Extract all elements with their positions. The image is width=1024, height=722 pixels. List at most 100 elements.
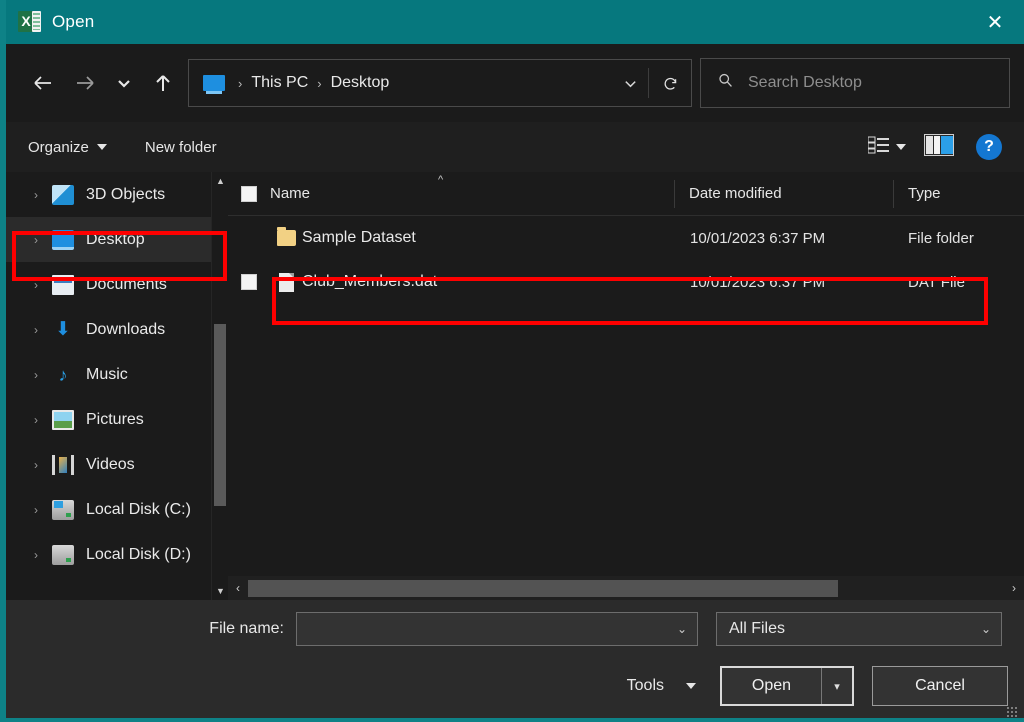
chevron-right-icon[interactable]: › xyxy=(34,188,52,202)
chevron-right-icon[interactable]: › xyxy=(34,233,52,247)
search-input[interactable]: Search Desktop xyxy=(700,58,1010,108)
tools-label: Tools xyxy=(626,677,664,694)
breadcrumb[interactable]: › This PC › Desktop xyxy=(188,59,692,107)
chevron-right-icon[interactable]: › xyxy=(34,278,52,292)
sidebar-item-documents[interactable]: › Documents xyxy=(6,262,228,307)
column-header-date-modified[interactable]: Date modified xyxy=(675,185,893,202)
footer-buttons: Tools Open ▾ Cancel xyxy=(6,646,1024,706)
sidebar-item-pictures[interactable]: › Pictures xyxy=(6,397,228,442)
picture-icon xyxy=(52,409,74,430)
preview-pane-button[interactable] xyxy=(924,133,954,161)
open-split-button[interactable]: Open ▾ xyxy=(720,666,854,706)
chevron-down-icon[interactable]: ⌄ xyxy=(981,622,1001,636)
caret-down-icon xyxy=(96,144,107,150)
chevron-right-icon[interactable]: › xyxy=(34,548,52,562)
arrow-up-icon[interactable] xyxy=(142,62,184,104)
file-name: Club_Members.dat xyxy=(302,273,438,290)
organize-button[interactable]: Organize xyxy=(28,139,107,156)
chevron-right-icon[interactable]: › xyxy=(1004,581,1024,595)
checkbox-icon xyxy=(241,185,257,202)
checkbox-icon xyxy=(241,274,257,290)
breadcrumb-item-desktop[interactable]: Desktop xyxy=(331,74,390,92)
open-dropdown-icon[interactable]: ▾ xyxy=(822,668,852,704)
cube-icon xyxy=(52,184,74,205)
file-type: DAT File xyxy=(908,273,965,291)
sidebar-item-local-disk-d[interactable]: › Local Disk (D:) xyxy=(6,532,228,577)
sidebar-item-label: 3D Objects xyxy=(86,185,166,203)
caret-down-icon xyxy=(686,683,696,689)
breadcrumb-item-this-pc[interactable]: This PC xyxy=(251,74,308,92)
tools-button[interactable]: Tools xyxy=(627,677,696,695)
sidebar-item-downloads[interactable]: › ⬇ Downloads xyxy=(6,307,228,352)
breadcrumb-dropdown-icon[interactable] xyxy=(612,60,648,106)
document-icon xyxy=(52,274,74,295)
file-date-modified: 10/01/2023 6:37 PM xyxy=(690,273,826,291)
file-type: File folder xyxy=(908,229,974,247)
chevron-right-icon[interactable]: › xyxy=(34,503,52,517)
sidebar-item-3d-objects[interactable]: › 3D Objects xyxy=(6,172,228,217)
sidebar-item-videos[interactable]: › Videos xyxy=(6,442,228,487)
file-type-select[interactable]: All Files ⌄ xyxy=(716,612,1002,646)
cancel-button[interactable]: Cancel xyxy=(872,666,1008,706)
caret-down-icon[interactable] xyxy=(896,144,906,150)
column-header-type[interactable]: Type xyxy=(894,185,1024,202)
column-header-name[interactable]: Name ^ xyxy=(270,174,674,202)
sidebar-item-label: Local Disk (C:) xyxy=(86,500,191,518)
chevron-down-icon[interactable]: ▼ xyxy=(212,582,228,600)
file-rows: Sample Dataset 10/01/2023 6:37 PM File f… xyxy=(228,216,1024,576)
arrow-right-icon[interactable] xyxy=(64,62,106,104)
chevron-right-icon[interactable]: › xyxy=(34,413,52,427)
this-pc-icon xyxy=(203,75,225,94)
column-headers: Name ^ Date modified Type xyxy=(228,172,1024,216)
file-name-label: File name: xyxy=(209,620,284,637)
column-header-label: Name xyxy=(270,185,311,202)
search-placeholder: Search Desktop xyxy=(748,74,862,91)
monitor-icon xyxy=(52,229,74,250)
sidebar-item-label: Music xyxy=(86,365,128,383)
drive-icon xyxy=(52,544,74,565)
file-row-sample-dataset[interactable]: Sample Dataset 10/01/2023 6:37 PM File f… xyxy=(228,216,1024,260)
chevron-right-icon[interactable]: › xyxy=(34,323,52,337)
navigation-bar: › This PC › Desktop Search Desktop xyxy=(6,44,1024,122)
close-icon[interactable]: ✕ xyxy=(966,0,1024,44)
refresh-icon[interactable] xyxy=(649,60,691,106)
new-folder-button[interactable]: New folder xyxy=(145,139,217,156)
resize-grip-icon[interactable] xyxy=(1006,706,1018,718)
file-name-input[interactable]: ⌄ xyxy=(296,612,698,646)
sidebar-item-music[interactable]: › ♪ Music xyxy=(6,352,228,397)
file-date-modified: 10/01/2023 6:37 PM xyxy=(690,229,826,247)
arrow-left-icon[interactable] xyxy=(22,62,64,104)
file-row-club-members[interactable]: Club_Members.dat 10/01/2023 6:37 PM DAT … xyxy=(228,260,1024,304)
chevron-left-icon[interactable]: ‹ xyxy=(228,581,248,595)
open-button[interactable]: Open xyxy=(722,668,822,704)
sidebar-item-desktop[interactable]: › Desktop xyxy=(6,217,228,262)
horizontal-scrollbar-track[interactable] xyxy=(248,579,1004,597)
help-button[interactable]: ? xyxy=(976,134,1002,160)
sidebar-item-local-disk-c[interactable]: › Local Disk (C:) xyxy=(6,487,228,532)
sidebar-item-label: Local Disk (D:) xyxy=(86,545,191,563)
sidebar-item-label: Pictures xyxy=(86,410,144,428)
sidebar-item-label: Desktop xyxy=(86,230,145,248)
open-file-dialog: X Open ✕ › This PC › Desktop Search Desk… xyxy=(0,0,1024,722)
chevron-up-icon[interactable]: ▲ xyxy=(212,172,228,190)
horizontal-scrollbar-thumb[interactable] xyxy=(248,579,838,597)
select-all-checkbox[interactable] xyxy=(228,185,270,202)
chevron-right-icon[interactable]: › xyxy=(34,458,52,472)
music-icon: ♪ xyxy=(58,364,68,385)
row-checkbox[interactable] xyxy=(228,274,270,290)
sidebar-scrollbar-thumb[interactable] xyxy=(214,324,226,506)
file-list-pane: Name ^ Date modified Type Sample Dataset… xyxy=(228,172,1024,600)
chevron-right-icon[interactable]: › xyxy=(34,368,52,382)
dialog-body: › 3D Objects › Desktop › Documents › ⬇ D… xyxy=(6,172,1024,600)
breadcrumb-separator: › xyxy=(317,75,322,91)
sidebar-item-label: Videos xyxy=(86,455,135,473)
video-icon xyxy=(52,454,74,475)
download-icon: ⬇ xyxy=(55,318,71,340)
view-options-button[interactable] xyxy=(867,136,906,159)
horizontal-scrollbar[interactable]: ‹ › xyxy=(228,576,1024,600)
sidebar-scrollbar[interactable]: ▲ ▼ xyxy=(211,172,228,600)
chevron-down-icon[interactable]: ⌄ xyxy=(677,622,697,636)
chevron-down-icon[interactable] xyxy=(106,62,142,104)
preview-pane-icon xyxy=(924,133,954,160)
sidebar-item-label: Downloads xyxy=(86,320,166,338)
